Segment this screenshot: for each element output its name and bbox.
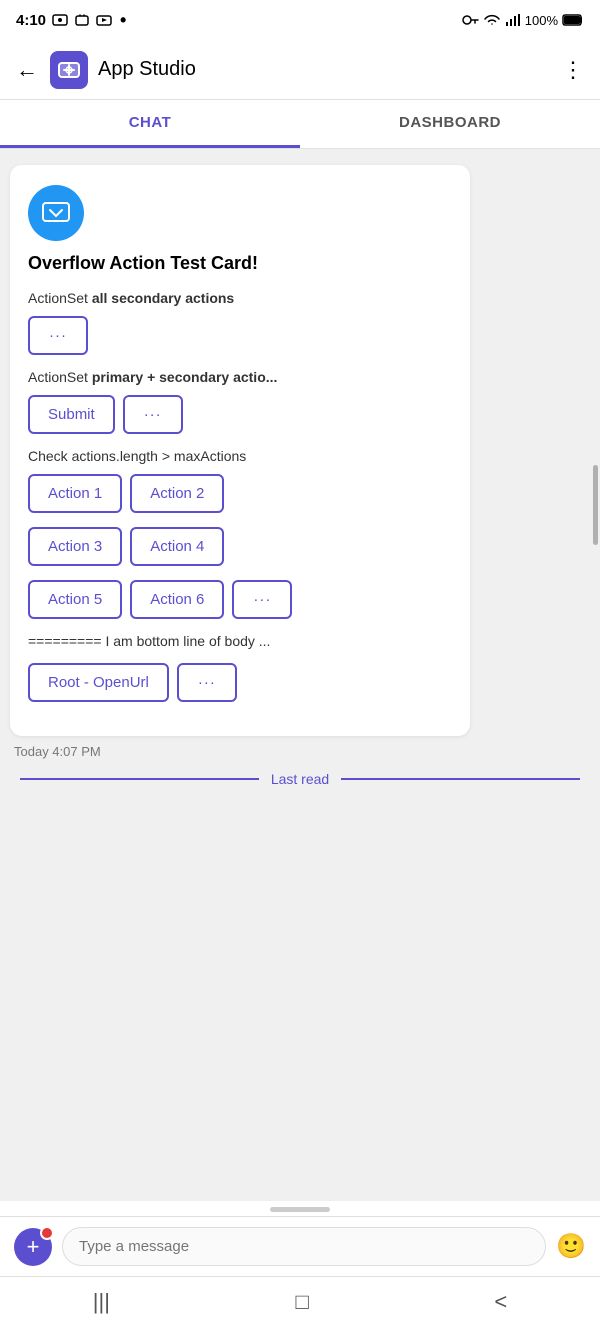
- submit-button[interactable]: Submit: [28, 395, 115, 434]
- footer-overflow-button[interactable]: ···: [177, 663, 237, 702]
- wifi-icon: [483, 13, 501, 27]
- card-avatar-icon: [41, 198, 71, 228]
- key-icon: [461, 13, 479, 27]
- action5-button[interactable]: Action 5: [28, 580, 122, 619]
- input-bar: + 🙂: [0, 1216, 600, 1276]
- section3-row3: Action 5 Action 6 ···: [28, 580, 452, 619]
- root-openurl-button[interactable]: Root - OpenUrl: [28, 663, 169, 702]
- tab-dashboard[interactable]: DASHBOARD: [300, 100, 600, 148]
- section3-row2: Action 3 Action 4: [28, 527, 452, 566]
- action1-button[interactable]: Action 1: [28, 474, 122, 513]
- message-timestamp: Today 4:07 PM: [10, 744, 590, 759]
- navigation-bar: ||| □ <: [0, 1276, 600, 1333]
- plus-icon: +: [27, 1236, 40, 1258]
- last-read-divider: Last read: [10, 759, 590, 799]
- nav-home-button[interactable]: □: [296, 1289, 309, 1315]
- status-bar: 4:10 • 100%: [0, 0, 600, 40]
- status-time: 4:10 •: [16, 10, 126, 31]
- section2-overflow-button[interactable]: ···: [123, 395, 183, 434]
- top-bar: ← App Studio ⋮: [0, 40, 600, 100]
- youtube-icon: [96, 13, 112, 27]
- screen-record-icon: [52, 13, 68, 27]
- signal-icon: [505, 13, 521, 27]
- scroll-handle-indicator: [270, 1207, 330, 1212]
- battery-display: 100%: [525, 13, 558, 28]
- last-read-label: Last read: [271, 771, 329, 787]
- status-icons: 100%: [461, 13, 584, 28]
- app-logo-icon: [57, 58, 81, 82]
- scroll-handle-bar: [0, 1201, 600, 1216]
- emoji-button[interactable]: 🙂: [556, 1232, 586, 1261]
- nav-back-button[interactable]: <: [494, 1289, 507, 1315]
- section3-label: Check actions.length > maxActions: [28, 448, 452, 464]
- section3-overflow-button[interactable]: ···: [232, 580, 292, 619]
- dot-indicator: •: [120, 10, 126, 31]
- tab-chat[interactable]: CHAT: [0, 100, 300, 148]
- battery-icon: [562, 13, 584, 27]
- add-attachment-button[interactable]: +: [14, 1228, 52, 1266]
- scroll-indicator: [593, 465, 598, 545]
- action3-button[interactable]: Action 3: [28, 527, 122, 566]
- app-logo: [50, 51, 88, 89]
- bottom-line-text: ========= I am bottom line of body ...: [28, 633, 452, 649]
- footer-actions: Root - OpenUrl ···: [28, 663, 452, 702]
- card-title: Overflow Action Test Card!: [28, 253, 452, 274]
- section2-actions: Submit ···: [28, 395, 452, 434]
- chat-wrapper: Overflow Action Test Card! ActionSet all…: [0, 149, 600, 1201]
- last-read-line-right: [341, 778, 580, 780]
- action6-button[interactable]: Action 6: [130, 580, 224, 619]
- action-card: Overflow Action Test Card! ActionSet all…: [10, 165, 470, 736]
- last-read-line-left: [20, 778, 259, 780]
- section1-actions: ···: [28, 316, 452, 355]
- section3-row1: Action 1 Action 2: [28, 474, 452, 513]
- teams-icon: [74, 13, 90, 27]
- nav-recents-button[interactable]: |||: [93, 1289, 110, 1315]
- back-button[interactable]: ←: [16, 57, 38, 83]
- section1-label: ActionSet all secondary actions: [28, 290, 452, 306]
- message-input[interactable]: [62, 1227, 546, 1266]
- notification-badge: [40, 1226, 54, 1240]
- tab-bar: CHAT DASHBOARD: [0, 100, 600, 149]
- card-avatar: [28, 185, 84, 241]
- time-display: 4:10: [16, 12, 46, 29]
- more-options-button[interactable]: ⋮: [562, 57, 584, 83]
- action2-button[interactable]: Action 2: [130, 474, 224, 513]
- chat-area: Overflow Action Test Card! ActionSet all…: [0, 149, 600, 1201]
- app-title: App Studio: [98, 58, 562, 81]
- section1-overflow-button[interactable]: ···: [28, 316, 88, 355]
- action4-button[interactable]: Action 4: [130, 527, 224, 566]
- section2-label: ActionSet primary + secondary actio...: [28, 369, 452, 385]
